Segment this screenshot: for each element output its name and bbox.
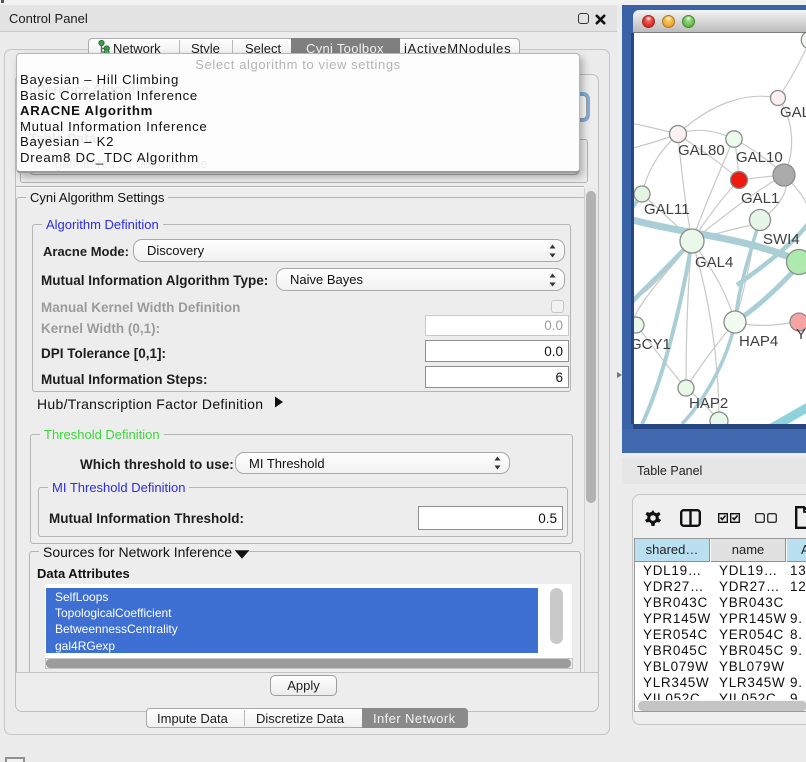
svg-text:GAL80: GAL80: [678, 142, 725, 159]
svg-text:GCY1: GCY1: [634, 336, 671, 353]
svg-text:HAP4: HAP4: [739, 333, 778, 350]
svg-text:GAL1: GAL1: [741, 190, 779, 207]
svg-text:Y: Y: [796, 326, 806, 343]
svg-text:GAL10: GAL10: [736, 149, 783, 166]
svg-text:HAP2: HAP2: [689, 395, 728, 412]
svg-text:GAL4: GAL4: [695, 254, 733, 271]
svg-text:GAL7: GAL7: [780, 104, 806, 121]
svg-text:SWI4: SWI4: [763, 231, 800, 248]
svg-text:GAL11: GAL11: [644, 201, 690, 218]
